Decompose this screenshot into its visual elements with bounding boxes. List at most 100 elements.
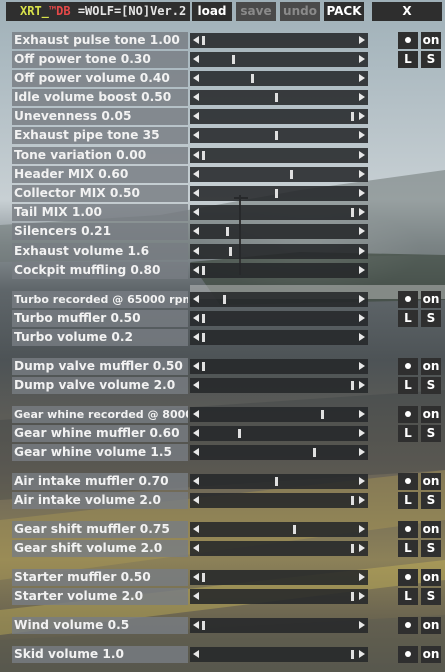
slider-thumb[interactable] <box>290 170 294 179</box>
slider-track-area[interactable] <box>203 244 355 259</box>
slider-turbo-muffler[interactable] <box>190 311 368 326</box>
decrease-arrow-icon[interactable] <box>193 621 199 629</box>
slider-turbo-volume[interactable] <box>190 330 368 345</box>
slider-thumb[interactable] <box>238 429 242 438</box>
slider-thumb[interactable] <box>350 592 354 601</box>
slider-track-area[interactable] <box>203 426 355 441</box>
decrease-arrow-icon[interactable] <box>193 314 199 322</box>
gear-whine-channel-s-button[interactable]: S <box>421 425 441 442</box>
air-intake-channel-s-button[interactable]: S <box>421 492 441 509</box>
slider-tone-variation[interactable] <box>190 148 368 163</box>
pack-button[interactable]: PACK <box>324 2 364 21</box>
decrease-arrow-icon[interactable] <box>193 333 199 341</box>
slider-thumb[interactable] <box>350 496 354 505</box>
slider-turbo-recorded[interactable] <box>190 292 368 307</box>
slider-thumb[interactable] <box>320 410 324 419</box>
air-intake-channel-l-button[interactable]: L <box>398 492 418 509</box>
slider-thumb[interactable] <box>223 295 227 304</box>
slider-thumb[interactable] <box>293 525 297 534</box>
increase-arrow-icon[interactable] <box>359 36 365 44</box>
slider-thumb[interactable] <box>250 74 254 83</box>
gear-shift-channel-s-button[interactable]: S <box>421 540 441 557</box>
load-button[interactable]: load <box>192 2 232 21</box>
slider-cockpit-muffling[interactable] <box>190 263 368 278</box>
decrease-arrow-icon[interactable] <box>193 362 199 370</box>
starter-enable-on-button[interactable]: on <box>421 569 441 586</box>
slider-gear-whine-muffler[interactable] <box>190 426 368 441</box>
undo-button[interactable]: undo <box>280 2 320 21</box>
decrease-arrow-icon[interactable] <box>193 525 199 533</box>
decrease-arrow-icon[interactable] <box>193 208 199 216</box>
slider-gear-whine-volume[interactable] <box>190 445 368 460</box>
turbo-channel-l-button[interactable]: L <box>398 310 418 327</box>
slider-track-area[interactable] <box>203 109 355 124</box>
exhaust-channel-s-button[interactable]: S <box>421 51 441 68</box>
decrease-arrow-icon[interactable] <box>193 74 199 82</box>
increase-arrow-icon[interactable] <box>359 410 365 418</box>
gear-whine-enable-dot-button[interactable] <box>398 406 418 423</box>
starter-channel-s-button[interactable]: S <box>421 588 441 605</box>
slider-thumb[interactable] <box>350 544 354 553</box>
exhaust-enable-on-button[interactable]: on <box>421 32 441 49</box>
increase-arrow-icon[interactable] <box>359 592 365 600</box>
slider-thumb[interactable] <box>232 55 236 64</box>
slider-thumb[interactable] <box>350 208 354 217</box>
decrease-arrow-icon[interactable] <box>193 544 199 552</box>
starter-enable-dot-button[interactable] <box>398 569 418 586</box>
increase-arrow-icon[interactable] <box>359 247 365 255</box>
decrease-arrow-icon[interactable] <box>193 592 199 600</box>
slider-track-area[interactable] <box>203 407 355 422</box>
slider-track-area[interactable] <box>203 541 355 556</box>
slider-thumb[interactable] <box>312 448 316 457</box>
exhaust-enable-dot-button[interactable] <box>398 32 418 49</box>
slider-dump-valve-muffler[interactable] <box>190 359 368 374</box>
starter-channel-l-button[interactable]: L <box>398 588 418 605</box>
slider-track-area[interactable] <box>203 445 355 460</box>
increase-arrow-icon[interactable] <box>359 314 365 322</box>
decrease-arrow-icon[interactable] <box>193 131 199 139</box>
slider-thumb[interactable] <box>274 477 278 486</box>
slider-track-area[interactable] <box>202 618 355 633</box>
slider-tail-mix[interactable] <box>190 205 368 220</box>
decrease-arrow-icon[interactable] <box>193 189 199 197</box>
slider-thumb[interactable] <box>226 227 230 236</box>
slider-unevenness[interactable] <box>190 109 368 124</box>
decrease-arrow-icon[interactable] <box>193 266 199 274</box>
increase-arrow-icon[interactable] <box>359 362 365 370</box>
slider-track-area[interactable] <box>202 570 355 585</box>
air-intake-enable-dot-button[interactable] <box>398 473 418 490</box>
decrease-arrow-icon[interactable] <box>193 112 199 120</box>
wind-enable-on-button[interactable]: on <box>421 617 441 634</box>
slider-thumb[interactable] <box>274 131 278 140</box>
dump-valve-channel-s-button[interactable]: S <box>421 377 441 394</box>
slider-track-area[interactable] <box>203 167 355 182</box>
slider-gear-shift-volume[interactable] <box>190 541 368 556</box>
slider-track-area[interactable] <box>203 292 355 307</box>
wind-enable-dot-button[interactable] <box>398 617 418 634</box>
increase-arrow-icon[interactable] <box>359 189 365 197</box>
slider-track-area[interactable] <box>202 263 355 278</box>
save-button[interactable]: save <box>236 2 276 21</box>
turbo-enable-on-button[interactable]: on <box>421 291 441 308</box>
slider-thumb[interactable] <box>202 151 205 160</box>
increase-arrow-icon[interactable] <box>359 621 365 629</box>
exhaust-channel-l-button[interactable]: L <box>398 51 418 68</box>
slider-header-mix[interactable] <box>190 167 368 182</box>
slider-thumb[interactable] <box>274 93 278 102</box>
slider-track-area[interactable] <box>203 205 355 220</box>
increase-arrow-icon[interactable] <box>359 266 365 274</box>
slider-track-area[interactable] <box>203 186 355 201</box>
skid-enable-dot-button[interactable] <box>398 646 418 663</box>
slider-track-area[interactable] <box>203 71 355 86</box>
increase-arrow-icon[interactable] <box>359 429 365 437</box>
decrease-arrow-icon[interactable] <box>193 227 199 235</box>
increase-arrow-icon[interactable] <box>359 170 365 178</box>
dump-valve-enable-on-button[interactable]: on <box>421 358 441 375</box>
slider-dump-valve-volume[interactable] <box>190 378 368 393</box>
increase-arrow-icon[interactable] <box>359 448 365 456</box>
slider-air-intake-muffler[interactable] <box>190 474 368 489</box>
slider-silencers[interactable] <box>190 224 368 239</box>
increase-arrow-icon[interactable] <box>359 151 365 159</box>
decrease-arrow-icon[interactable] <box>193 477 199 485</box>
turbo-channel-s-button[interactable]: S <box>421 310 441 327</box>
